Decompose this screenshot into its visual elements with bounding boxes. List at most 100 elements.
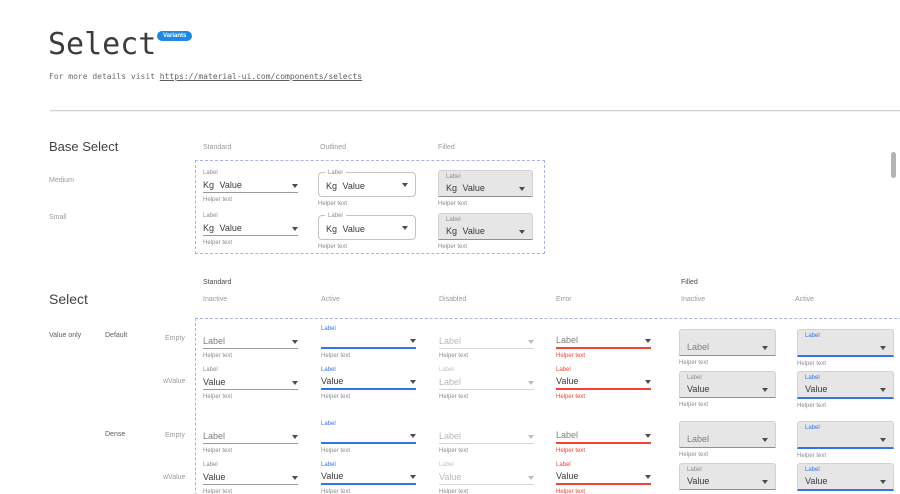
select-filled-medium[interactable]: LabelKg ValueHelper text [438, 170, 533, 207]
select-cell[interactable]: Label Value Helper text [556, 366, 651, 400]
select-value-row: Value [805, 382, 886, 395]
select-value-row: Label [203, 333, 298, 349]
select-value: Value [556, 376, 578, 386]
select-label [687, 424, 768, 432]
dropdown-arrow-icon [762, 438, 768, 442]
select-value-row: Value [203, 374, 298, 390]
dropdown-arrow-icon [528, 381, 534, 385]
select-cell[interactable]: LabelHelper text [679, 421, 776, 458]
select-cell[interactable]: LabelLabelHelper text [439, 366, 534, 400]
column-header-outlined: Outlined [320, 144, 346, 151]
select-label: Label [687, 374, 768, 382]
select-label: Label [203, 366, 298, 374]
select-cell[interactable]: Label Helper text [321, 420, 416, 454]
select-label: Label [321, 461, 416, 469]
select-value: Value [805, 384, 827, 394]
select-filled-box: Label [797, 329, 894, 357]
select-cell[interactable]: LabelValueHelper text [203, 366, 298, 400]
row-label-empty-default: Empty [165, 335, 185, 342]
select-label: Label [439, 366, 534, 374]
dropdown-arrow-icon [292, 476, 298, 480]
select-cell[interactable]: LabelHelper text [556, 420, 651, 454]
select-cell[interactable]: LabelValueHelper text [797, 371, 894, 409]
select-value: Kg Value [203, 180, 242, 190]
dropdown-arrow-icon [410, 475, 416, 479]
row-label-wvalue-dense: wValue [163, 474, 185, 481]
select-label [556, 420, 651, 428]
select-cell[interactable]: Label Helper text [797, 329, 894, 367]
select-cell[interactable]: LabelValueHelper text [321, 461, 416, 494]
select-value: Value [687, 476, 709, 486]
group-header-filled: Filled [681, 279, 698, 286]
header-divider [50, 110, 900, 111]
select-value-row: Label [203, 428, 298, 444]
select-cell[interactable]: Label Helper text [797, 421, 894, 459]
dropdown-arrow-icon [528, 476, 534, 480]
select-cell[interactable]: LabelValueHelper text [439, 461, 534, 494]
vertical-scrollbar-thumb[interactable] [891, 152, 896, 178]
select-value: Label [556, 335, 578, 345]
select-value: Label [203, 336, 225, 346]
select-cell[interactable]: LabelValueHelper text [321, 366, 416, 400]
select-label [439, 420, 534, 428]
select-value: Kg Value [446, 226, 485, 236]
select-filled-box: Label [679, 329, 776, 356]
select-label: Label [556, 366, 651, 374]
column-header-standard: Standard [203, 144, 231, 151]
dropdown-arrow-icon [410, 380, 416, 384]
select-cell[interactable]: LabelHelper text [203, 325, 298, 359]
select-value: Value [321, 471, 343, 481]
select-cell[interactable]: LabelValueHelper text [797, 463, 894, 494]
select-cell[interactable]: Label Helper text [439, 420, 534, 454]
select-outlined-box: LabelKg Value [318, 172, 416, 197]
select-cell[interactable]: Label Helper text [321, 325, 416, 359]
select-value: Label [556, 430, 578, 440]
select-cell[interactable]: LabelHelper text [679, 329, 776, 366]
select-value-row: Kg Value [203, 177, 298, 193]
helper-text: Helper text [439, 448, 534, 454]
helper-text: Helper text [203, 240, 298, 246]
dropdown-arrow-icon [880, 388, 886, 392]
select-filled-small[interactable]: Label Kg Value Helper text [438, 213, 533, 250]
select-cell[interactable]: LabelValueHelper text [679, 371, 776, 408]
dropdown-arrow-icon [292, 340, 298, 344]
select-filled-box: LabelKg Value [438, 170, 533, 197]
select-value: Kg Value [326, 224, 365, 234]
select-value-row: Value [556, 374, 651, 390]
select-cell[interactable]: LabelValueHelper text [556, 461, 651, 494]
dropdown-arrow-icon [880, 480, 886, 484]
dropdown-arrow-icon [645, 434, 651, 438]
select-label: Label [446, 216, 525, 224]
select-label: Label [556, 461, 651, 469]
select-cell[interactable]: LabelHelper text [439, 325, 534, 359]
select-cell[interactable]: LabelValueHelper text [679, 463, 776, 494]
select-value-row: Kg Value [203, 220, 298, 236]
select-value: Value [439, 472, 461, 482]
row-label-empty-dense: Empty [165, 432, 185, 439]
size-label-default: Default [105, 332, 127, 339]
select-value-row: Label [556, 333, 651, 349]
select-label [556, 325, 651, 333]
component-sheet-page: Select Variants For more details visit h… [0, 0, 900, 494]
dropdown-arrow-icon [292, 435, 298, 439]
helper-text: Helper text [556, 394, 651, 400]
helper-text: Helper text [438, 244, 533, 250]
dropdown-arrow-icon [528, 340, 534, 344]
select-value-row: Label [439, 428, 534, 444]
select-value: Value [687, 384, 709, 394]
select-value: Kg Value [446, 183, 485, 193]
select-standard-medium[interactable]: LabelKg ValueHelper text [203, 169, 298, 203]
select-outlined-medium[interactable]: LabelKg ValueHelper text [318, 172, 416, 207]
select-label: Label [805, 424, 886, 432]
select-outlined-small[interactable]: LabelKg ValueHelper text [318, 215, 416, 250]
select-value-row: Value [687, 382, 768, 395]
select-value-row: Value [556, 469, 651, 485]
select-label: Label [203, 212, 298, 220]
row-label-small: Small [49, 214, 67, 221]
column-header-error: Error [556, 296, 572, 303]
select-standard-small[interactable]: LabelKg Value Helper text [203, 212, 298, 246]
select-cell[interactable]: LabelValueHelper text [203, 461, 298, 494]
select-cell[interactable]: LabelHelper text [556, 325, 651, 359]
select-cell[interactable]: LabelHelper text [203, 420, 298, 454]
material-ui-link[interactable]: https://material-ui.com/components/selec… [160, 72, 362, 81]
